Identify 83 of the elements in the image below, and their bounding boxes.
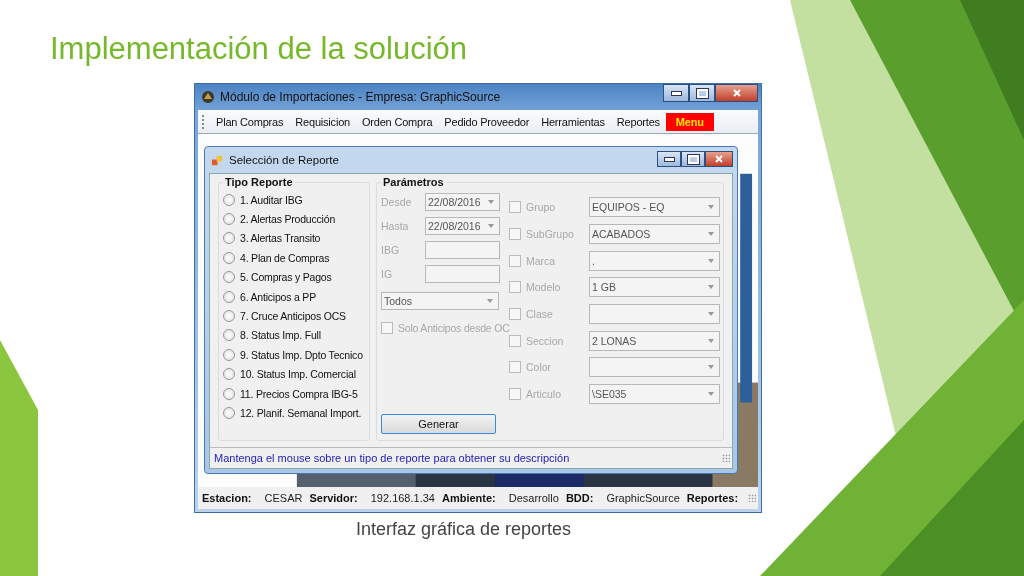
dropdown[interactable]	[589, 357, 720, 378]
option-label[interactable]: 8. Status Imp. Full	[240, 329, 321, 342]
resize-grip-icon	[748, 494, 756, 502]
dropdown[interactable]: Todos	[381, 292, 499, 310]
minimize-button[interactable]	[663, 84, 689, 102]
close-button[interactable]	[705, 151, 733, 167]
status-value: GraphicSource	[606, 492, 680, 504]
dropdown[interactable]: ACABADOS	[589, 224, 720, 245]
field-label: Desde	[381, 196, 413, 208]
dropdown[interactable]: \SE035	[589, 384, 720, 405]
radio-button[interactable]	[223, 329, 235, 342]
option-label[interactable]: 12. Planif. Semanal Import.	[240, 407, 362, 419]
checkbox[interactable]	[509, 388, 521, 401]
slide-title: Implementación de la solución	[50, 30, 468, 68]
checkbox[interactable]	[509, 254, 521, 267]
status-value: CESAR	[264, 492, 303, 504]
option-label[interactable]: 1. Auditar IBG	[240, 193, 303, 206]
option-label[interactable]: 4. Plan de Compras	[240, 251, 330, 264]
status-label: Reportes:	[686, 492, 739, 504]
close-icon	[731, 88, 742, 98]
radio-button[interactable]	[223, 290, 235, 303]
status-label: BDD:	[565, 492, 594, 504]
close-button[interactable]	[715, 84, 758, 102]
group-title: Parámetros	[382, 176, 445, 188]
window-title: Módulo de Importaciones - Empresa: GraphicSource	[220, 90, 501, 104]
dropdown[interactable]: .	[589, 250, 720, 271]
radio-button[interactable]	[223, 213, 235, 226]
radio-button[interactable]	[223, 271, 235, 284]
option-label[interactable]: 6. Anticipos a PP	[240, 290, 316, 303]
field-label: IG	[381, 268, 394, 280]
checkbox[interactable]	[509, 201, 521, 214]
option-label[interactable]: 5. Compras y Pagos	[240, 271, 332, 284]
radio-button[interactable]	[223, 232, 235, 245]
option-label[interactable]: 9. Status Imp. Dpto Tecnico	[240, 348, 363, 361]
checkbox[interactable]	[509, 334, 521, 347]
report-icon	[211, 153, 224, 167]
radio-button[interactable]	[223, 407, 235, 419]
status-label: Estacion:	[202, 492, 252, 504]
hint-text: Mantenga el mouse sobre un tipo de reporte para obtener su descripción	[214, 452, 570, 464]
checkbox[interactable]	[381, 322, 393, 334]
resize-grip-icon	[722, 454, 730, 462]
radio-button[interactable]	[223, 193, 235, 206]
status-label: Ambiente:	[441, 492, 496, 504]
minimize-button[interactable]	[657, 151, 681, 167]
app-icon	[201, 90, 215, 104]
radio-button[interactable]	[223, 310, 235, 323]
checkbox[interactable]	[509, 361, 521, 374]
field-label: Hasta	[381, 220, 410, 232]
option-label[interactable]: 11. Precios Compra IBG-5	[240, 387, 358, 400]
slide-caption: Interfaz gráfica de reportes	[356, 519, 572, 540]
status-value: 192.168.1.34	[370, 492, 435, 504]
radio-button[interactable]	[223, 387, 235, 400]
option-label[interactable]: 7. Cruce Anticipos OCS	[240, 310, 346, 323]
menu-item[interactable]: Orden Compra	[355, 112, 439, 131]
date-picker[interactable]: 22/08/2016	[425, 193, 500, 211]
menu-item[interactable]: Herramientas	[535, 112, 611, 131]
radio-button[interactable]	[223, 348, 235, 361]
menu-item[interactable]: Reportes	[610, 112, 666, 131]
maximize-button[interactable]	[689, 84, 715, 102]
checkbox[interactable]	[509, 228, 521, 241]
maximize-button[interactable]	[681, 151, 705, 167]
menu-item[interactable]: Requisicion	[289, 112, 356, 131]
dropdown[interactable]: EQUIPOS - EQ	[589, 197, 720, 218]
option-label[interactable]: 2. Alertas Producción	[240, 213, 336, 226]
radio-button[interactable]	[223, 251, 235, 264]
checkbox[interactable]	[509, 281, 521, 294]
menu-item[interactable]: Pedido Proveedor	[438, 112, 536, 131]
field-label: IBG	[381, 244, 401, 256]
option-label[interactable]: 10. Status Imp. Comercial	[240, 368, 356, 381]
close-icon	[714, 154, 724, 164]
status-value: Desarrollo	[508, 492, 559, 504]
dropdown[interactable]: 2 LONAS	[589, 330, 720, 351]
status-label: Servidor:	[309, 492, 358, 504]
option-label[interactable]: 3. Alertas Transito	[240, 232, 321, 245]
menu-item[interactable]: Plan Compras	[210, 112, 290, 131]
dropdown[interactable]	[589, 304, 720, 325]
date-picker[interactable]: 22/08/2016	[425, 217, 500, 235]
dialog-title: Selección de Reporte	[229, 154, 339, 166]
checkbox[interactable]	[509, 308, 521, 321]
dropdown[interactable]: 1 GB	[589, 277, 720, 298]
generate-button[interactable]: Generar	[381, 414, 496, 434]
radio-button[interactable]	[223, 368, 235, 381]
group-title: Tipo Reporte	[224, 176, 294, 188]
